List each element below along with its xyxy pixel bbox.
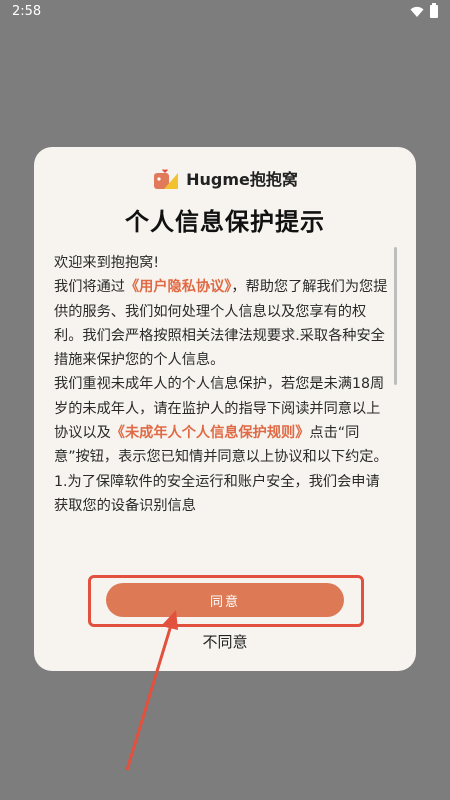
- paragraph-text: 1.为了保障软件的安全运行和账户安全，我们会申请获取您的设备识别信息: [54, 473, 380, 514]
- status-icons: [410, 3, 438, 18]
- privacy-text[interactable]: 欢迎来到抱抱窝! 我们将通过《用户隐私协议》，帮助您了解我们为您提供的服务、我们如…: [54, 251, 390, 561]
- app-logo-icon: [154, 169, 179, 189]
- disagree-button[interactable]: 不同意: [34, 631, 416, 652]
- paragraph-text: 欢迎来到抱抱窝!: [54, 255, 160, 271]
- status-bar: 2:58: [0, 0, 450, 24]
- text-fade: [54, 541, 394, 563]
- wifi-icon: [410, 6, 424, 17]
- dialog-title: 个人信息保护提示: [125, 208, 325, 236]
- brand-name: Hugme抱抱窝: [186, 170, 298, 189]
- paragraph-text: 我们将通过: [54, 279, 125, 296]
- privacy-paragraph: 欢迎来到抱抱窝!: [54, 251, 390, 275]
- privacy-paragraph: 我们将通过《用户隐私协议》，帮助您了解我们为您提供的服务、我们如何处理个人信息以…: [54, 275, 390, 372]
- annotation-highlight-box: [88, 575, 364, 627]
- policy-link[interactable]: 《用户隐私协议》: [125, 279, 231, 295]
- battery-icon: [430, 3, 438, 18]
- brand-header: Hugme抱抱窝: [34, 163, 416, 193]
- scrollbar[interactable]: [394, 247, 397, 385]
- policy-link[interactable]: 《未成年人个人信息保护规则》: [111, 425, 310, 441]
- status-time: 2:58: [12, 4, 42, 19]
- privacy-paragraph: 我们重视未成年人的个人信息保护，若您是未满18周岁的未成年人，请在监护人的指导下…: [54, 372, 390, 469]
- privacy-paragraph: 1.为了保障软件的安全运行和账户安全，我们会申请获取您的设备识别信息: [54, 470, 390, 519]
